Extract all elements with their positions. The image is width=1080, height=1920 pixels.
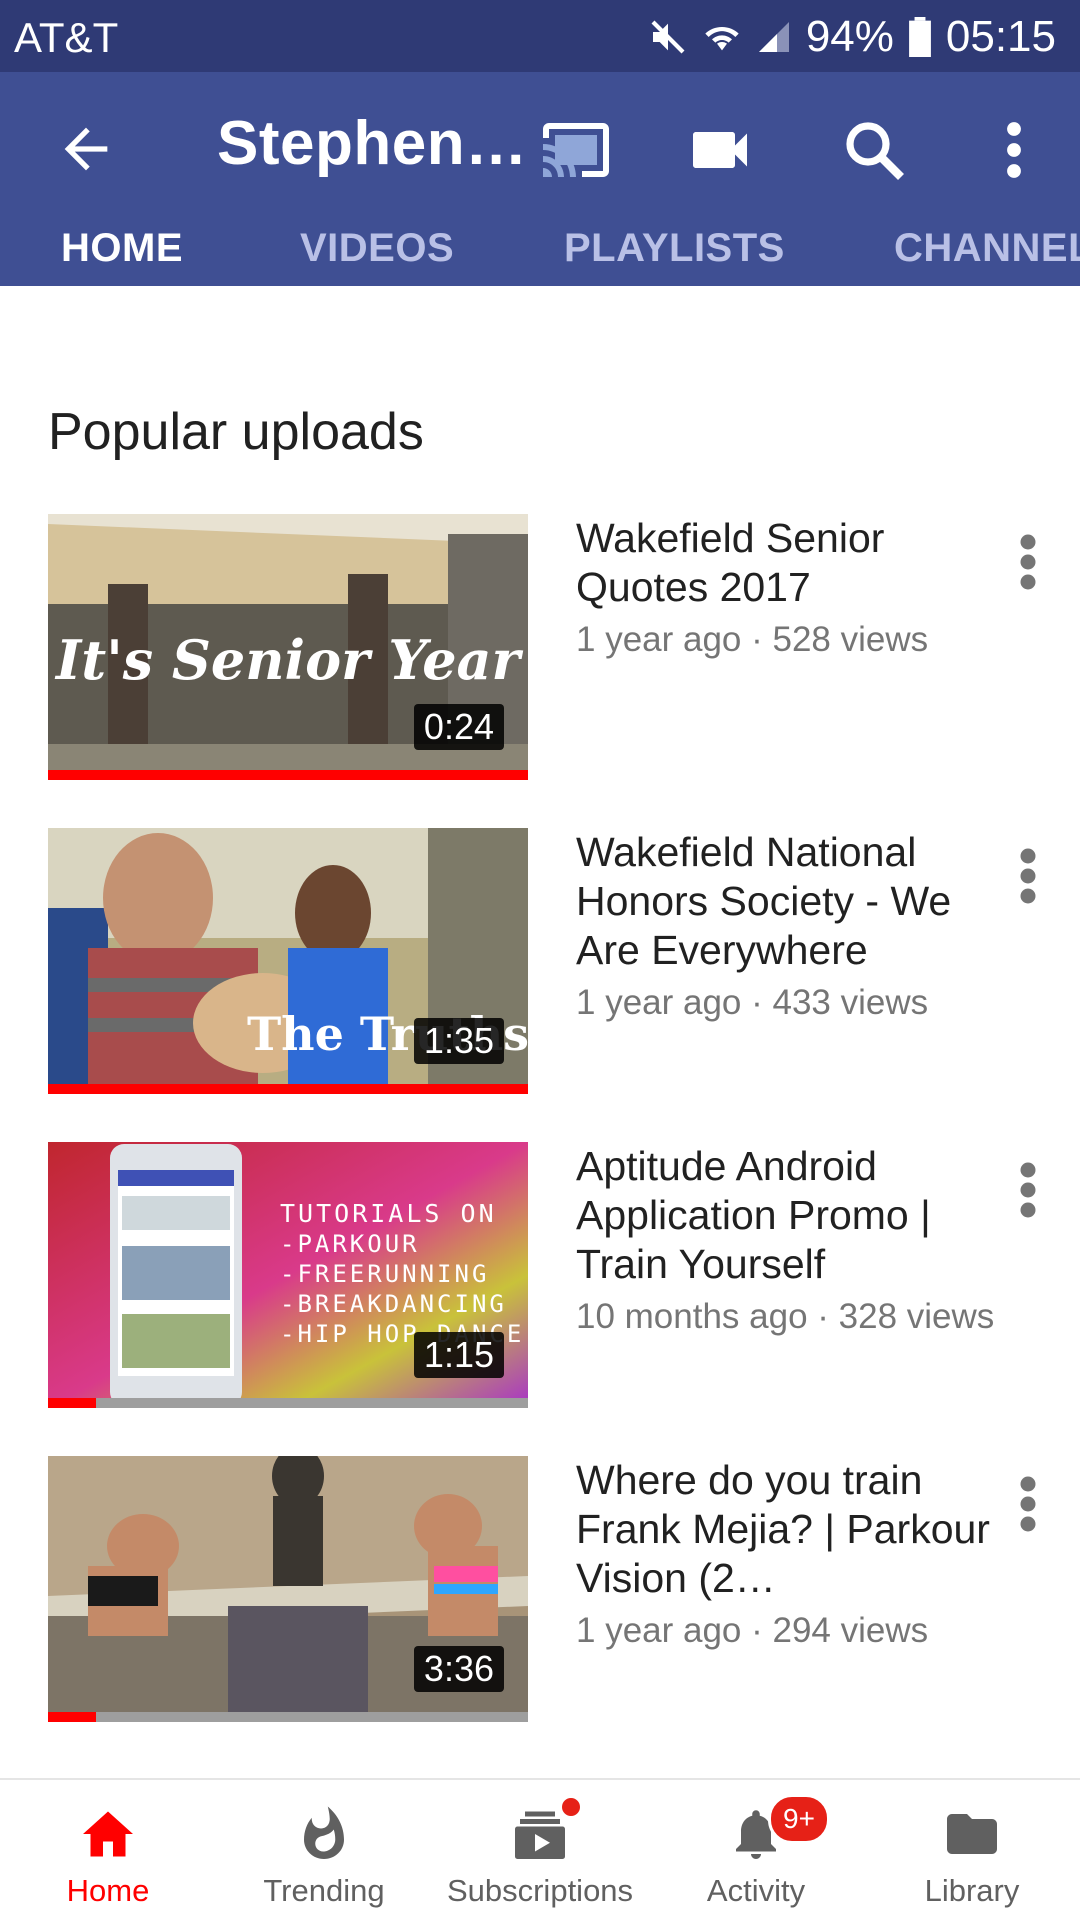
video-item[interactable]: 3:36 Where do you train Frank Mejia? | P…: [0, 1456, 1080, 1726]
bottom-navigation: Home Trending Subscriptions 9+ Activity …: [0, 1778, 1080, 1920]
video-duration: 0:24: [413, 704, 504, 750]
folder-icon: [947, 1814, 997, 1854]
flame-icon: [304, 1806, 344, 1859]
video-title[interactable]: Where do you train Frank Mejia? | Parkou…: [576, 1456, 996, 1603]
watch-progress-fill: [48, 1398, 96, 1408]
video-duration: 1:35: [413, 1018, 504, 1064]
channel-tabs: HOME VIDEOS PLAYLISTS CHANNEL: [0, 220, 1080, 286]
signal-icon: [758, 22, 789, 52]
nav-subscriptions[interactable]: Subscriptions: [432, 1780, 648, 1920]
nav-label: Library: [924, 1873, 1020, 1908]
nav-label: Trending: [263, 1873, 385, 1908]
video-duration: 1:15: [413, 1332, 504, 1378]
nav-home[interactable]: Home: [0, 1780, 216, 1920]
video-menu-icon[interactable]: [1010, 1474, 1046, 1534]
nav-label: Activity: [706, 1873, 806, 1908]
carrier-label: AT&T: [14, 14, 119, 61]
video-menu-icon[interactable]: [1010, 1160, 1046, 1220]
tab-channel[interactable]: CHANNEL: [894, 226, 1080, 271]
video-meta: 10 months ago · 328 views: [576, 1297, 995, 1336]
battery-icon: [908, 17, 931, 57]
nav-label: Subscriptions: [446, 1873, 634, 1908]
video-meta: 1 year ago · 294 views: [576, 1611, 929, 1650]
channel-title: Stephen…: [217, 109, 528, 178]
battery-percent: 94%: [805, 12, 894, 61]
status-icons: 94% 05:15: [648, 12, 1056, 62]
activity-badge: 9+: [768, 1794, 830, 1844]
video-thumbnail[interactable]: 3:36: [48, 1456, 528, 1722]
tab-home[interactable]: HOME: [61, 226, 183, 271]
nav-label: Home: [66, 1873, 150, 1908]
watch-progress-fill: [48, 770, 528, 780]
video-item[interactable]: It's Senior Year 0:24 Wakefield Senior Q…: [0, 514, 1080, 784]
nav-library[interactable]: Library: [864, 1780, 1080, 1920]
watch-progress: [48, 1084, 528, 1094]
svg-text:-FREERUNNING: -FREERUNNING: [280, 1260, 489, 1288]
notification-dot: [560, 1796, 582, 1818]
video-title[interactable]: Wakefield National Honors Society - We A…: [576, 828, 996, 975]
thumbnail-caption: It's Senior Year: [54, 628, 524, 692]
video-item[interactable]: The Truths 1:35 Wakefield National Honor…: [0, 828, 1080, 1098]
svg-text:-BREAKDANCING: -BREAKDANCING: [280, 1290, 507, 1318]
video-title[interactable]: Aptitude Android Application Promo | Tra…: [576, 1142, 996, 1289]
svg-text:-PARKOUR: -PARKOUR: [280, 1230, 420, 1258]
watch-progress: [48, 1398, 528, 1408]
home-icon: [83, 1811, 133, 1857]
watch-progress-fill: [48, 1084, 528, 1094]
video-title[interactable]: Wakefield Senior Quotes 2017: [576, 514, 996, 612]
wifi-icon: [705, 27, 739, 51]
watch-progress: [48, 770, 528, 780]
nav-trending[interactable]: Trending: [216, 1780, 432, 1920]
video-meta: 1 year ago · 433 views: [576, 983, 929, 1022]
app-bar: Stephen… HOME VIDEOS PLAYLISTS CHANNEL: [0, 72, 1080, 286]
more-vert-icon[interactable]: [978, 114, 1050, 186]
video-thumbnail[interactable]: The Truths 1:35: [48, 828, 528, 1094]
tab-videos[interactable]: VIDEOS: [300, 226, 454, 271]
search-icon[interactable]: [838, 114, 910, 186]
video-camera-icon[interactable]: [684, 114, 756, 186]
mute-icon: [651, 20, 685, 54]
video-menu-icon[interactable]: [1010, 532, 1046, 592]
cast-icon[interactable]: [540, 114, 612, 186]
section-title: Popular uploads: [48, 403, 424, 461]
tab-playlists[interactable]: PLAYLISTS: [564, 226, 785, 271]
video-thumbnail[interactable]: It's Senior Year 0:24: [48, 514, 528, 780]
video-item[interactable]: TUTORIALS ON -PARKOUR -FREERUNNING -BREA…: [0, 1142, 1080, 1412]
back-arrow-icon[interactable]: [54, 117, 118, 181]
status-bar: AT&T 94% 05:15: [0, 0, 1080, 72]
nav-activity[interactable]: 9+ Activity: [648, 1780, 864, 1920]
video-menu-icon[interactable]: [1010, 846, 1046, 906]
clock: 05:15: [945, 12, 1056, 61]
watch-progress-fill: [48, 1712, 96, 1722]
tab-indicator: [0, 353, 240, 360]
video-thumbnail[interactable]: TUTORIALS ON -PARKOUR -FREERUNNING -BREA…: [48, 1142, 528, 1408]
svg-text:TUTORIALS ON: TUTORIALS ON: [280, 1199, 497, 1228]
video-meta: 1 year ago · 528 views: [576, 620, 929, 659]
video-duration: 3:36: [413, 1646, 504, 1692]
watch-progress: [48, 1712, 528, 1722]
